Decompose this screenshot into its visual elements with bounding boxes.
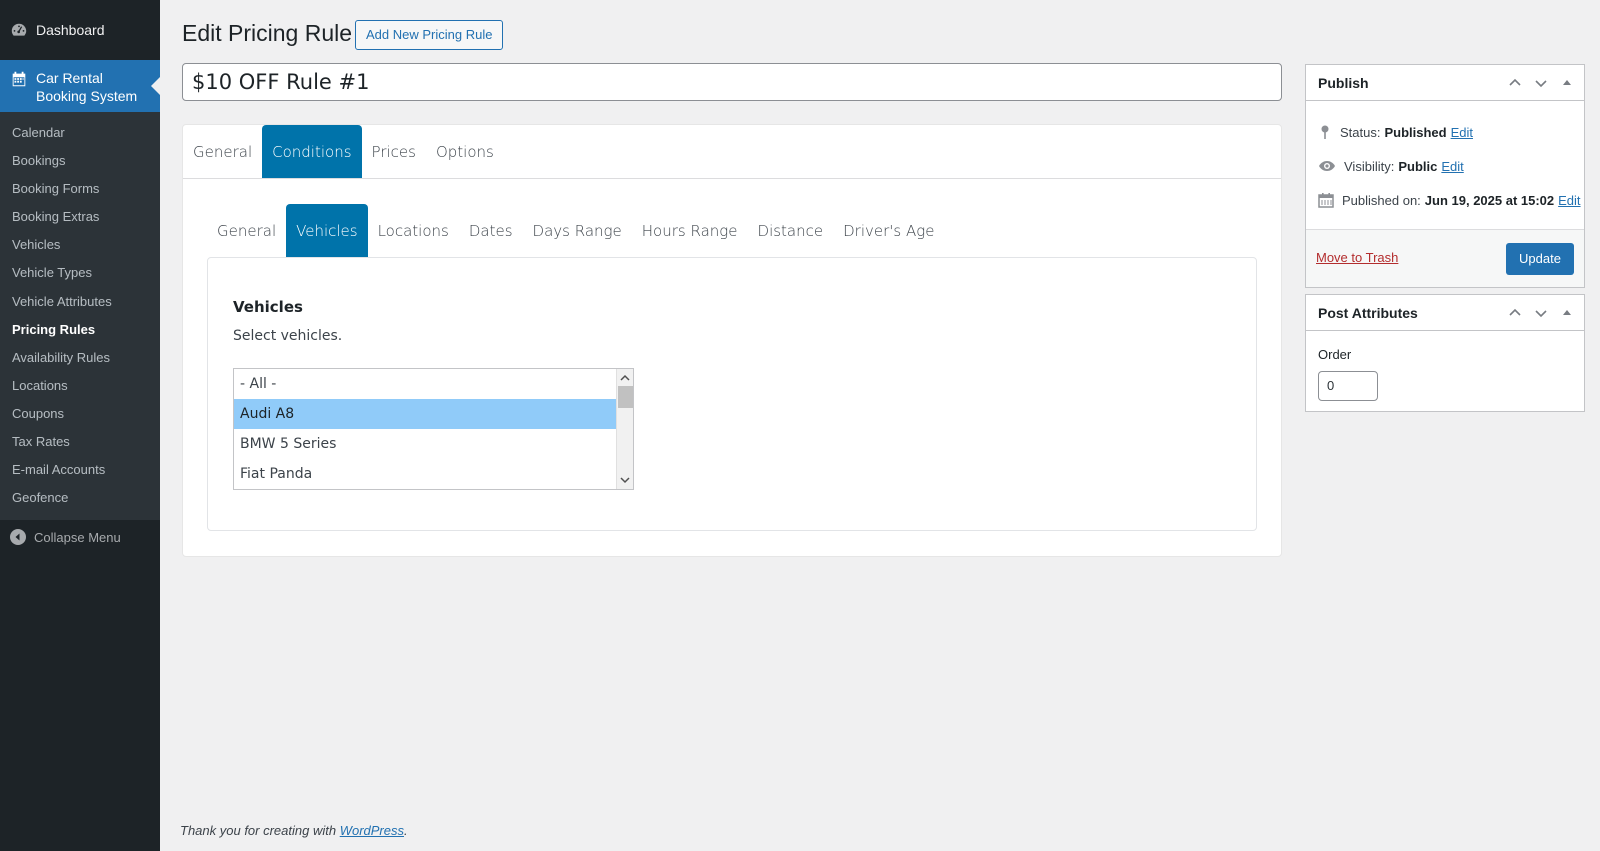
submenu-coupons[interactable]: Coupons (0, 400, 160, 428)
move-up-icon[interactable] (1502, 303, 1528, 323)
publish-box: Publish Status: Published Edit Visibilit… (1305, 64, 1585, 288)
subtab-hours-range[interactable]: Hours Range (632, 204, 748, 258)
vehicle-option-fiat-panda[interactable]: Fiat Panda (234, 459, 617, 489)
edit-status-link[interactable]: Edit (1451, 125, 1473, 140)
submenu-tax-rates[interactable]: Tax Rates (0, 428, 160, 456)
submenu-email-accounts[interactable]: E-mail Accounts (0, 456, 160, 484)
post-attributes-header: Post Attributes (1306, 295, 1584, 331)
vehicle-option-bmw-5-series[interactable]: BMW 5 Series (234, 429, 617, 459)
order-input[interactable]: 0 (1318, 371, 1378, 401)
move-down-icon[interactable] (1528, 73, 1554, 93)
toggle-panel-icon[interactable] (1554, 303, 1580, 323)
subtab-dates[interactable]: Dates (459, 204, 523, 258)
submenu-bookings[interactable]: Bookings (0, 147, 160, 175)
collapse-icon (10, 529, 26, 546)
footer-suffix: . (404, 823, 408, 838)
menu-car-rental[interactable]: Car Rental Booking System (0, 60, 160, 112)
edit-visibility-link[interactable]: Edit (1441, 159, 1463, 174)
tab-options[interactable]: Options (426, 125, 504, 178)
submenu-vehicle-attributes[interactable]: Vehicle Attributes (0, 288, 160, 316)
menu-car-rental-label-2: Booking System (36, 88, 138, 104)
menu-dashboard[interactable]: Dashboard (0, 0, 160, 60)
submenu-locations[interactable]: Locations (0, 372, 160, 400)
subtab-locations[interactable]: Locations (368, 204, 459, 258)
menu-car-rental-label-1: Car Rental (36, 70, 103, 86)
submenu: Calendar Bookings Booking Forms Booking … (0, 112, 160, 521)
calendar-icon (1318, 193, 1334, 208)
toggle-panel-icon[interactable] (1554, 73, 1580, 93)
visibility-value: Public (1398, 158, 1438, 174)
visibility-row: Visibility: Public Edit (1306, 149, 1584, 183)
edit-date-link[interactable]: Edit (1558, 193, 1580, 208)
collapse-menu-button[interactable]: Collapse Menu (0, 520, 160, 554)
submenu-pricing-rules[interactable]: Pricing Rules (0, 316, 160, 344)
submenu-availability-rules[interactable]: Availability Rules (0, 344, 160, 372)
wordpress-link[interactable]: WordPress (340, 823, 404, 838)
submenu-booking-extras[interactable]: Booking Extras (0, 203, 160, 231)
scroll-down-icon[interactable] (620, 475, 630, 485)
submenu-vehicle-types[interactable]: Vehicle Types (0, 259, 160, 287)
subtab-vehicles[interactable]: Vehicles (286, 204, 368, 258)
submenu-vehicles[interactable]: Vehicles (0, 231, 160, 259)
vehicles-panel: Vehicles Select vehicles. - All - Audi A… (207, 257, 1257, 531)
scroll-thumb[interactable] (618, 386, 633, 408)
order-label: Order (1318, 347, 1352, 362)
submenu-geofence[interactable]: Geofence (0, 484, 160, 512)
add-new-pricing-rule-button[interactable]: Add New Pricing Rule (355, 20, 504, 50)
page-title: Edit Pricing Rule (182, 20, 353, 46)
post-attributes-controls (1502, 303, 1580, 323)
status-value: Published (1384, 124, 1447, 140)
post-attributes-title: Post Attributes (1318, 304, 1418, 321)
submenu-booking-forms[interactable]: Booking Forms (0, 175, 160, 203)
footer-text: Thank you for creating with (180, 823, 340, 838)
status-label: Status: (1340, 124, 1381, 140)
condition-tabs: General Vehicles Locations Dates Days Ra… (207, 204, 1257, 258)
tab-prices[interactable]: Prices (362, 125, 426, 178)
main-content: Edit Pricing Rule Add New Pricing Rule $… (160, 0, 1600, 851)
pin-icon (1321, 125, 1329, 139)
visibility-label: Visibility: (1344, 158, 1395, 174)
publish-box-controls (1502, 73, 1580, 93)
published-on-row: Published on: Jun 19, 2025 at 15:02 Edit (1306, 183, 1584, 217)
subtab-days-range[interactable]: Days Range (523, 204, 632, 258)
dashboard-icon (11, 23, 27, 36)
subtab-general[interactable]: General (207, 204, 286, 258)
listbox-scrollbar[interactable] (616, 369, 633, 489)
published-on-label: Published on: (1342, 192, 1421, 208)
tab-conditions[interactable]: Conditions (262, 125, 362, 178)
publish-box-header: Publish (1306, 65, 1584, 101)
vehicles-field-title: Vehicles (233, 298, 303, 316)
status-row: Status: Published Edit (1306, 115, 1584, 149)
tab-general[interactable]: General (183, 125, 262, 178)
subtab-drivers-age[interactable]: Driver's Age (833, 204, 944, 258)
post-attributes-box: Post Attributes Order 0 (1305, 294, 1585, 412)
publish-actions: Move to Trash Update (1306, 229, 1584, 287)
move-up-icon[interactable] (1502, 73, 1528, 93)
eye-icon (1319, 161, 1335, 171)
published-on-value: Jun 19, 2025 at 15:02 (1424, 192, 1555, 208)
scroll-up-icon[interactable] (620, 373, 630, 383)
admin-sidebar: Dashboard Car Rental Booking System Cale… (0, 0, 160, 851)
move-down-icon[interactable] (1528, 303, 1554, 323)
submenu-calendar[interactable]: Calendar (0, 119, 160, 147)
menu-dashboard-label: Dashboard (36, 22, 105, 38)
publish-box-title: Publish (1318, 74, 1369, 91)
vehicle-option-all[interactable]: - All - (234, 369, 617, 399)
admin-footer: Thank you for creating with WordPress. (180, 823, 408, 838)
vehicle-option-audi-a8[interactable]: Audi A8 (234, 399, 617, 429)
post-title-input[interactable]: $10 OFF Rule #1 (182, 63, 1282, 101)
current-menu-arrow (151, 77, 160, 95)
pricing-rule-editor: General Conditions Prices Options Genera… (182, 124, 1282, 557)
update-button[interactable]: Update (1506, 243, 1574, 275)
move-to-trash-link[interactable]: Move to Trash (1316, 250, 1398, 265)
main-tabs: General Conditions Prices Options (183, 125, 1281, 179)
calendar-icon (12, 71, 26, 87)
vehicles-field-description: Select vehicles. (233, 328, 343, 344)
subtab-distance[interactable]: Distance (748, 204, 834, 258)
collapse-menu-label: Collapse Menu (34, 529, 121, 545)
vehicles-select[interactable]: - All - Audi A8 BMW 5 Series Fiat Panda (233, 368, 634, 490)
